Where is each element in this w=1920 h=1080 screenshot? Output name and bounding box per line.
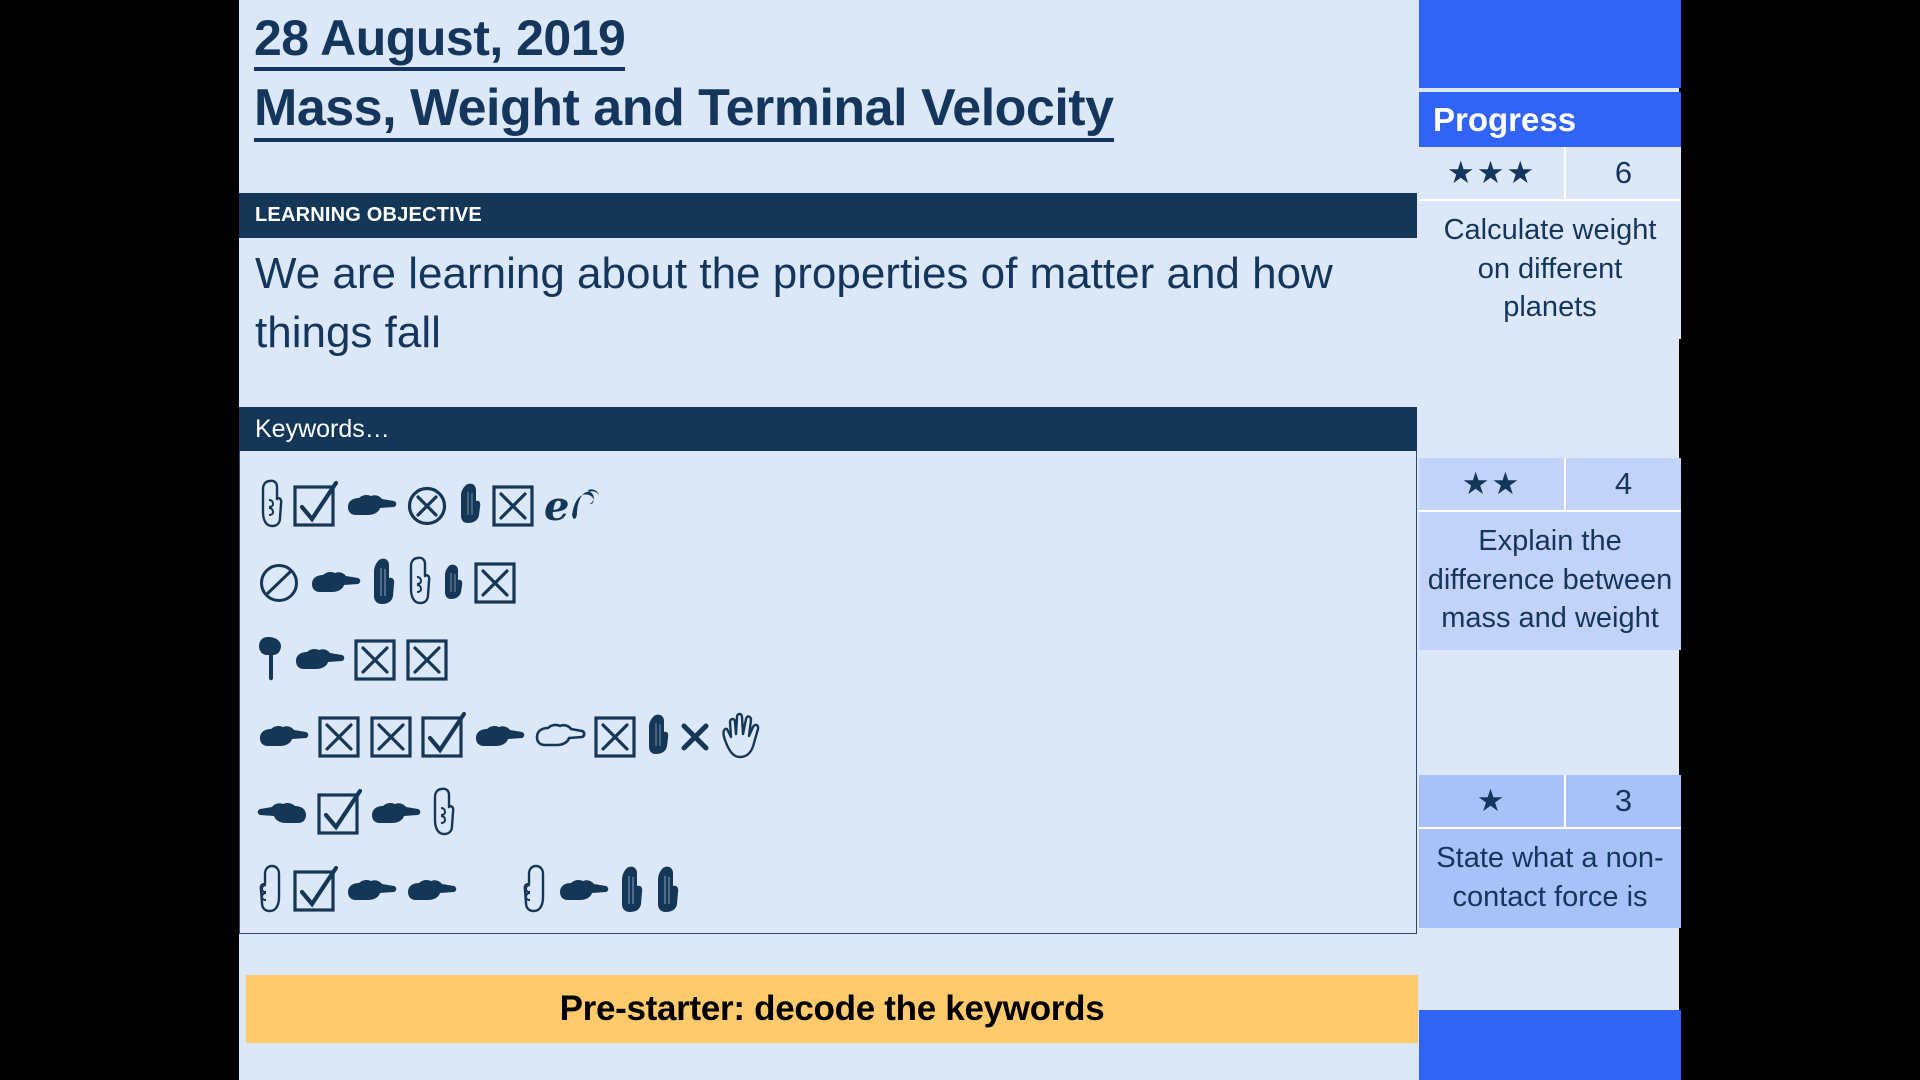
progress-level-head: ★ 3 — [1419, 775, 1681, 827]
keyword-cipher-row — [256, 696, 1416, 773]
hand-point-up-outline-icon — [520, 863, 550, 915]
slide-stage: 28 August, 2019 Mass, Weight and Termina… — [0, 0, 1920, 1080]
ampersand-script-icon: e — [542, 481, 602, 527]
hand-point-right-filled-icon — [556, 866, 610, 912]
hand-point-right-filled-icon — [368, 789, 422, 835]
title-block: 28 August, 2019 Mass, Weight and Termina… — [254, 10, 1429, 143]
progress-score: 4 — [1614, 466, 1633, 501]
checkbox-x-icon — [472, 558, 518, 604]
progress-level-1-star: ★ 3 State what a non-contact force is — [1419, 775, 1681, 929]
checkbox-checked-icon — [292, 480, 338, 527]
hand-point-up-filled-icon — [368, 556, 398, 606]
circle-slash-icon — [256, 558, 302, 604]
hand-point-down-outline-icon — [404, 555, 434, 607]
checkbox-x-icon — [368, 712, 414, 758]
progress-level-head: ★★★ 6 — [1419, 147, 1681, 199]
keyword-cipher-row — [256, 850, 1416, 927]
keywords-cipher-box: e — [239, 451, 1417, 934]
hand-point-up-outline-icon — [256, 863, 286, 915]
hand-point-up-filled-small-icon — [456, 481, 484, 527]
hand-point-right-filled-icon — [256, 712, 310, 758]
progress-description: State what a non-contact force is — [1419, 827, 1681, 929]
keyword-cipher-row: e — [256, 465, 1416, 542]
progress-stars: ★★★ — [1419, 147, 1566, 199]
hand-point-up-filled-icon — [652, 864, 682, 914]
progress-stars: ★ — [1419, 775, 1566, 827]
circle-x-icon — [404, 481, 450, 527]
x-mark-icon — [678, 712, 712, 758]
hand-point-down-filled-small-icon — [256, 633, 286, 683]
keyword-cipher-row — [256, 619, 1416, 696]
learning-objective-header: LEARNING OBJECTIVE — [239, 193, 1417, 238]
checkbox-checked-icon — [420, 711, 466, 758]
hand-point-left-filled-icon — [256, 789, 310, 835]
cipher-word — [256, 633, 456, 683]
progress-level-2-star: ★★ 4 Explain the difference between mass… — [1419, 458, 1681, 650]
cipher-word — [256, 710, 768, 760]
cipher-word — [256, 786, 464, 838]
checkbox-x-icon — [352, 635, 398, 681]
progress-description: Calculate weight on different planets — [1419, 199, 1681, 339]
hand-point-right-outline-icon — [532, 712, 586, 758]
progress-description: Explain the difference between mass and … — [1419, 510, 1681, 650]
cipher-word: e — [256, 478, 608, 530]
progress-score: 6 — [1614, 155, 1633, 190]
hand-point-down-outline-icon — [428, 786, 458, 838]
hand-point-right-filled-icon — [472, 712, 526, 758]
keywords-header: Keywords… — [239, 407, 1417, 451]
checkbox-x-icon — [592, 712, 638, 758]
hand-point-down-outline-icon — [256, 478, 286, 530]
checkbox-checked-icon — [292, 865, 338, 912]
pre-starter-banner: Pre-starter: decode the keywords — [246, 975, 1418, 1043]
hand-point-right-filled-icon — [404, 866, 458, 912]
keyword-cipher-row — [256, 773, 1416, 850]
hand-point-up-filled-small-icon — [644, 712, 672, 758]
hand-point-right-filled-icon — [344, 481, 398, 527]
slide-date-title: 28 August, 2019 — [254, 10, 626, 71]
progress-score: 3 — [1614, 783, 1633, 818]
panel-top-accent — [1419, 0, 1681, 88]
hand-point-right-filled-icon — [308, 558, 362, 604]
progress-level-head: ★★ 4 — [1419, 458, 1681, 510]
panel-bottom-accent — [1419, 1010, 1681, 1080]
hand-point-up-filled-short-icon — [440, 558, 466, 604]
slide-topic-title: Mass, Weight and Terminal Velocity — [254, 79, 1114, 143]
keyword-cipher-row — [256, 542, 1416, 619]
progress-panel-title: Progress — [1419, 92, 1681, 147]
progress-stars: ★★ — [1419, 458, 1566, 510]
hand-point-right-filled-icon — [344, 866, 398, 912]
cipher-word — [256, 863, 464, 915]
progress-level-3-star: ★★★ 6 Calculate weight on different plan… — [1419, 147, 1681, 339]
hand-point-up-filled-icon — [616, 864, 646, 914]
checkbox-checked-icon — [316, 788, 362, 835]
progress-panel: Progress ★★★ 6 Calculate weight on diffe… — [1419, 0, 1681, 1080]
hand-point-right-filled-icon — [292, 635, 346, 681]
open-hand-outline-icon — [718, 710, 762, 760]
learning-objective-text: We are learning about the properties of … — [239, 238, 1417, 402]
checkbox-x-icon — [316, 712, 362, 758]
checkbox-x-icon — [490, 481, 536, 527]
checkbox-x-icon — [404, 635, 450, 681]
cipher-word — [520, 863, 688, 915]
svg-text:e: e — [544, 483, 569, 527]
cipher-word — [256, 555, 524, 607]
